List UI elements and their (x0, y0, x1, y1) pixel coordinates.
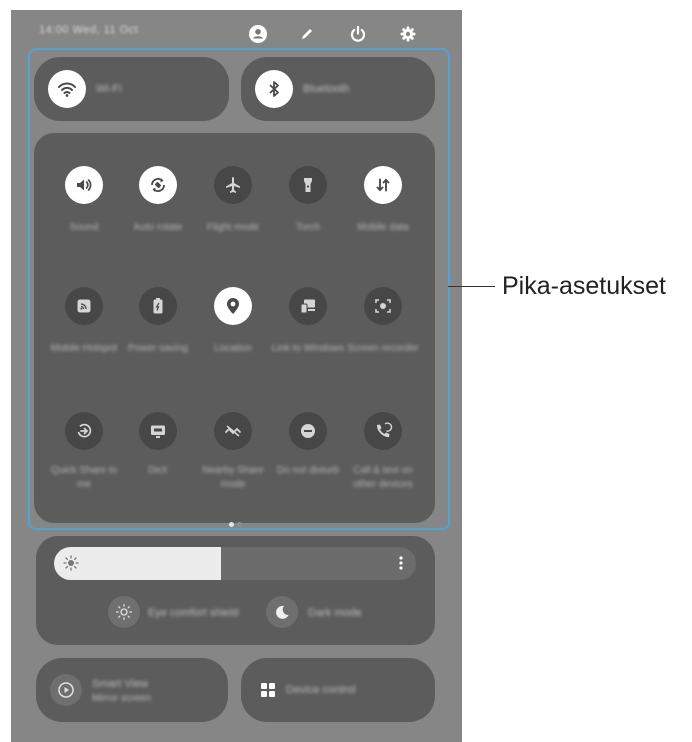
status-time-date: 14:00 Wed, 11 Oct (39, 24, 139, 36)
moon-icon[interactable] (266, 596, 298, 628)
brightness-panel: Eye comfort shield Dark mode (36, 536, 435, 645)
more-options-icon[interactable] (398, 555, 404, 576)
device-control-label: Device control (286, 684, 356, 696)
brightness-slider[interactable] (54, 547, 416, 580)
smart-view-tile[interactable]: Smart View Mirror screen (36, 658, 228, 722)
dark-mode-label: Dark mode (308, 607, 362, 619)
smart-view-label: Smart View (92, 678, 149, 690)
user-icon[interactable] (247, 23, 269, 45)
brightness-fill (54, 547, 221, 580)
eye-comfort-icon[interactable] (108, 596, 140, 628)
device-control-tile[interactable]: Device control (241, 658, 435, 722)
gear-icon[interactable] (397, 23, 419, 45)
pencil-icon[interactable] (296, 23, 318, 45)
power-icon[interactable] (347, 23, 369, 45)
smart-view-icon[interactable] (50, 674, 82, 706)
sun-icon (63, 555, 79, 576)
quick-settings-highlight (28, 48, 450, 530)
smart-view-sublabel: Mirror screen (92, 693, 151, 704)
device-control-icon[interactable] (261, 683, 275, 702)
callout-line (448, 286, 495, 287)
callout-label: Pika-asetukset (502, 272, 666, 300)
eye-comfort-label: Eye comfort shield (148, 607, 239, 619)
